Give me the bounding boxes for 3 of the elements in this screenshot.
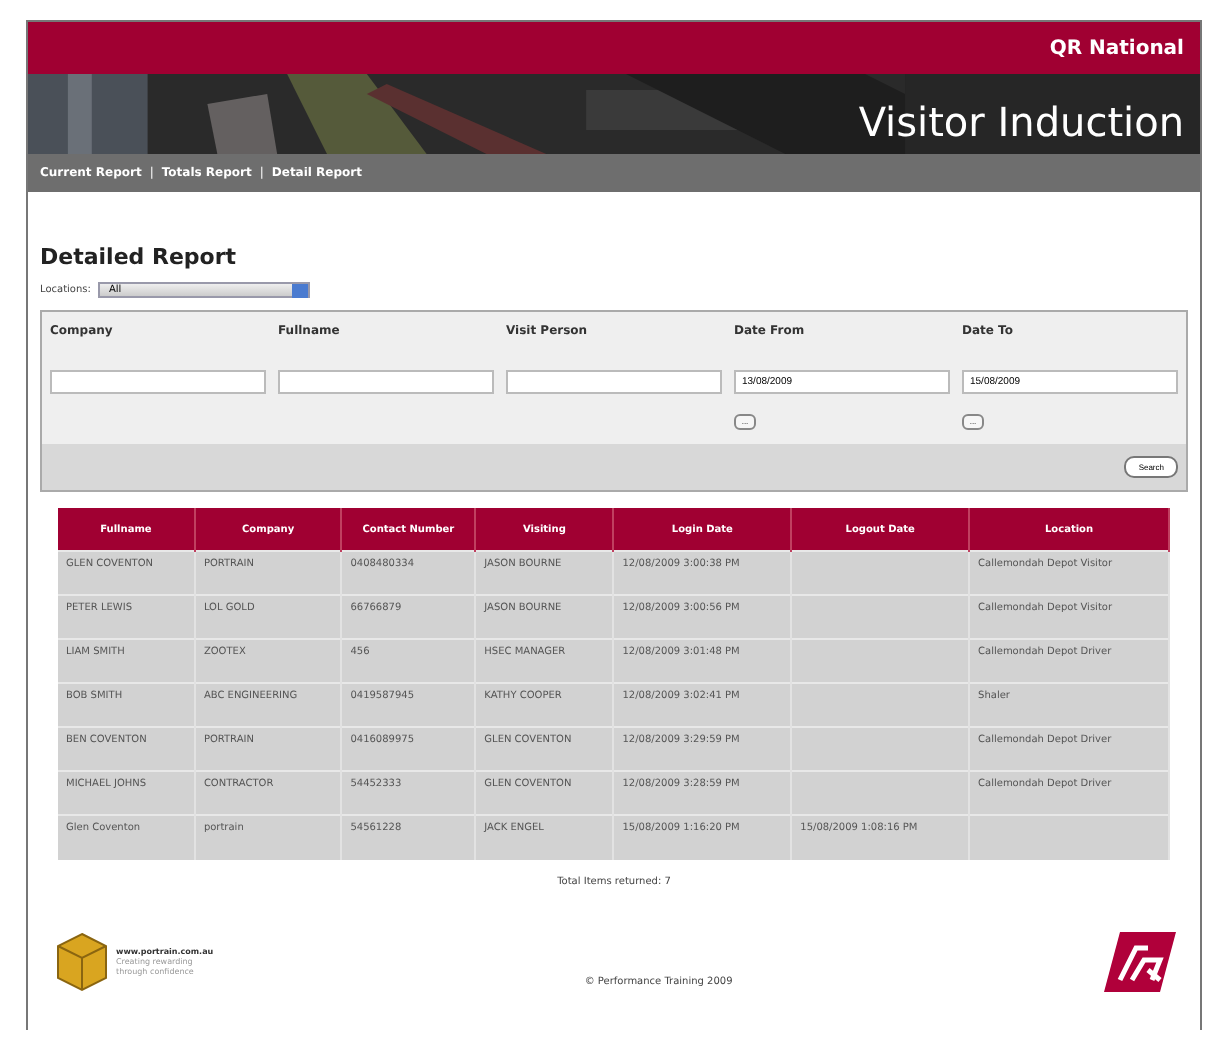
app-title: Visitor Induction	[858, 98, 1184, 146]
brand-name: QR National	[1049, 37, 1184, 59]
page-title: Detailed Report	[40, 244, 239, 270]
